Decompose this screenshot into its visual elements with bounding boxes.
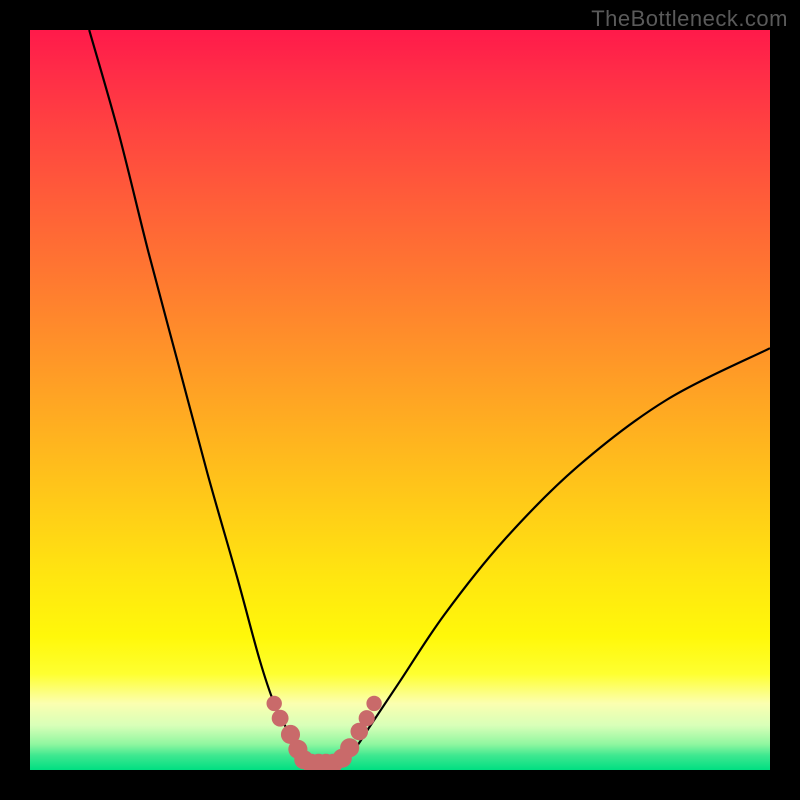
marker-dot [340,738,359,757]
highlighted-markers [267,696,382,770]
right-bottleneck-curve [341,348,770,762]
plot-area [30,30,770,770]
marker-dot [359,710,375,726]
chart-svg [30,30,770,770]
marker-dot [272,710,289,727]
watermark-text: TheBottleneck.com [591,6,788,32]
left-bottleneck-curve [89,30,311,763]
marker-dot [366,696,381,711]
marker-dot [267,696,282,711]
